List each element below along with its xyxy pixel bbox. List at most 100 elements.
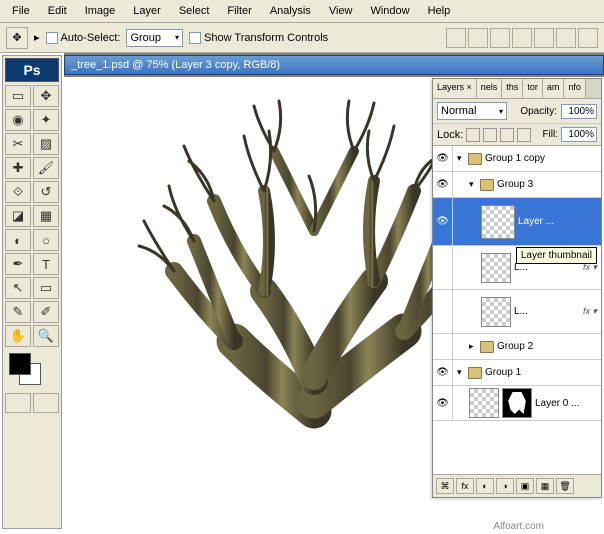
align-btn[interactable] [468,28,488,48]
menu-image[interactable]: Image [77,2,124,20]
layer-row[interactable]: 👁 Layer ... [433,198,601,246]
visibility-toggle[interactable]: 👁 [433,172,453,197]
disclosure-icon[interactable]: ▾ [469,179,477,190]
lock-trans-btn[interactable] [466,128,480,142]
marquee-tool[interactable]: ▭ [5,85,31,107]
folder-btn[interactable]: ▣ [516,478,534,494]
new-btn[interactable]: ▦ [536,478,554,494]
lock-pos-btn[interactable] [500,128,514,142]
layer-row[interactable]: L...fx ▾ [433,290,601,334]
panel-tab[interactable]: nfo [564,79,586,98]
layer-thumbnail[interactable] [481,205,515,239]
fx-badge[interactable]: fx ▾ [583,306,597,317]
align-btn[interactable] [578,28,598,48]
menu-select[interactable]: Select [171,2,218,20]
layer-row[interactable]: ▸Group 2 [433,334,601,360]
align-btn[interactable] [512,28,532,48]
eyedrop-tool[interactable]: ✐ [33,301,59,323]
align-btn[interactable] [490,28,510,48]
brush-tool[interactable]: 🖌 [33,157,59,179]
menu-window[interactable]: Window [362,2,417,20]
dodge-tool[interactable]: ○ [33,229,59,251]
layer-thumbnail[interactable] [481,297,511,327]
notes-tool[interactable]: ✎ [5,301,31,323]
panel-tab[interactable]: Layers × [433,79,477,98]
visibility-toggle[interactable] [433,246,453,289]
gradient-tool[interactable]: ▦ [33,205,59,227]
layer-row[interactable]: 👁Layer 0 ... [433,386,601,421]
crop-tool[interactable]: ✂ [5,133,31,155]
color-swatch[interactable] [5,353,59,389]
menu-edit[interactable]: Edit [40,2,75,20]
slice-tool[interactable]: ▨ [33,133,59,155]
lock-all-btn[interactable] [517,128,531,142]
stamp-tool[interactable]: ⟐ [5,181,31,203]
zoom-tool[interactable]: 🔍 [33,325,59,347]
toolbox: Ps ▭ ✥ ◉ ✦ ✂ ▨ ✚ 🖌 ⟐ ↺ ◪ ▦ ◐ ○ ✒ T ↖ ▭ ✎… [2,55,62,529]
adjust-btn[interactable]: ◑ [496,478,514,494]
fill-field[interactable] [561,127,597,142]
visibility-toggle[interactable]: 👁 [433,146,453,171]
opacity-field[interactable] [561,104,597,119]
fx-btn[interactable]: fx [456,478,474,494]
align-btn[interactable] [534,28,554,48]
visibility-toggle[interactable]: 👁 [433,360,453,385]
layer-row[interactable]: 👁 ▾ Group 1 [433,360,601,386]
disclosure-icon[interactable]: ▾ [457,367,465,378]
folder-icon [480,341,494,353]
trash-btn[interactable]: 🗑 [556,478,574,494]
menu-view[interactable]: View [321,2,361,20]
layer-name: Layer ... [518,216,554,227]
visibility-toggle[interactable] [433,334,453,359]
menu-file[interactable]: File [4,2,38,20]
type-tool[interactable]: T [33,253,59,275]
menu-layer[interactable]: Layer [125,2,169,20]
layer-row[interactable]: 👁▾Group 3 [433,172,601,198]
move-tool-icon[interactable]: ✥ [6,27,28,49]
panel-tab[interactable]: am [543,79,565,98]
menu-analysis[interactable]: Analysis [262,2,319,20]
mask-thumbnail[interactable] [502,388,532,418]
fg-color[interactable] [9,353,31,375]
mask-btn[interactable]: ◐ [476,478,494,494]
visibility-toggle[interactable] [433,290,453,333]
layers-panel: Layers ×nelsthstoramnfo Normal▾ Opacity:… [432,78,602,498]
lasso-tool[interactable]: ◉ [5,109,31,131]
hand-tool[interactable]: ✋ [5,325,31,347]
auto-select-check[interactable]: Auto-Select: [46,32,121,44]
visibility-toggle[interactable]: 👁 [433,198,453,245]
history-tool[interactable]: ↺ [33,181,59,203]
move-tool[interactable]: ✥ [33,85,59,107]
layer-thumbnail[interactable] [469,388,499,418]
tooltip: Layer thumbnail [516,247,597,264]
pen-tool[interactable]: ✒ [5,253,31,275]
document-title: _tree_1.psd @ 75% (Layer 3 copy, RGB/8) [64,55,604,75]
layer-row[interactable]: 👁▾Group 1 copy [433,146,601,172]
screenmode-btn[interactable] [33,393,59,413]
shape-tool[interactable]: ▭ [33,277,59,299]
eraser-tool[interactable]: ◪ [5,205,31,227]
heal-tool[interactable]: ✚ [5,157,31,179]
visibility-toggle[interactable]: 👁 [433,386,453,420]
wand-tool[interactable]: ✦ [33,109,59,131]
link-btn[interactable]: ⌘ [436,478,454,494]
align-btn[interactable] [446,28,466,48]
quickmask-btn[interactable] [5,393,31,413]
disclosure-icon[interactable]: ▾ [457,153,465,164]
align-btn[interactable] [556,28,576,48]
blend-mode-dropdown[interactable]: Normal▾ [437,102,507,120]
show-transform-check[interactable]: Show Transform Controls [189,32,328,44]
path-tool[interactable]: ↖ [5,277,31,299]
blur-tool[interactable]: ◐ [5,229,31,251]
disclosure-icon[interactable]: ▸ [469,341,477,352]
panel-tab[interactable]: ths [502,79,523,98]
panel-tab[interactable]: nels [477,79,503,98]
layer-thumbnail[interactable] [481,253,511,283]
lock-pixel-btn[interactable] [483,128,497,142]
menu-filter[interactable]: Filter [219,2,259,20]
folder-icon [468,153,482,165]
layer-name: Group 1 [485,367,521,378]
menu-help[interactable]: Help [420,2,459,20]
panel-tab[interactable]: tor [523,79,543,98]
auto-select-dropdown[interactable]: Group▾ [126,29,183,47]
